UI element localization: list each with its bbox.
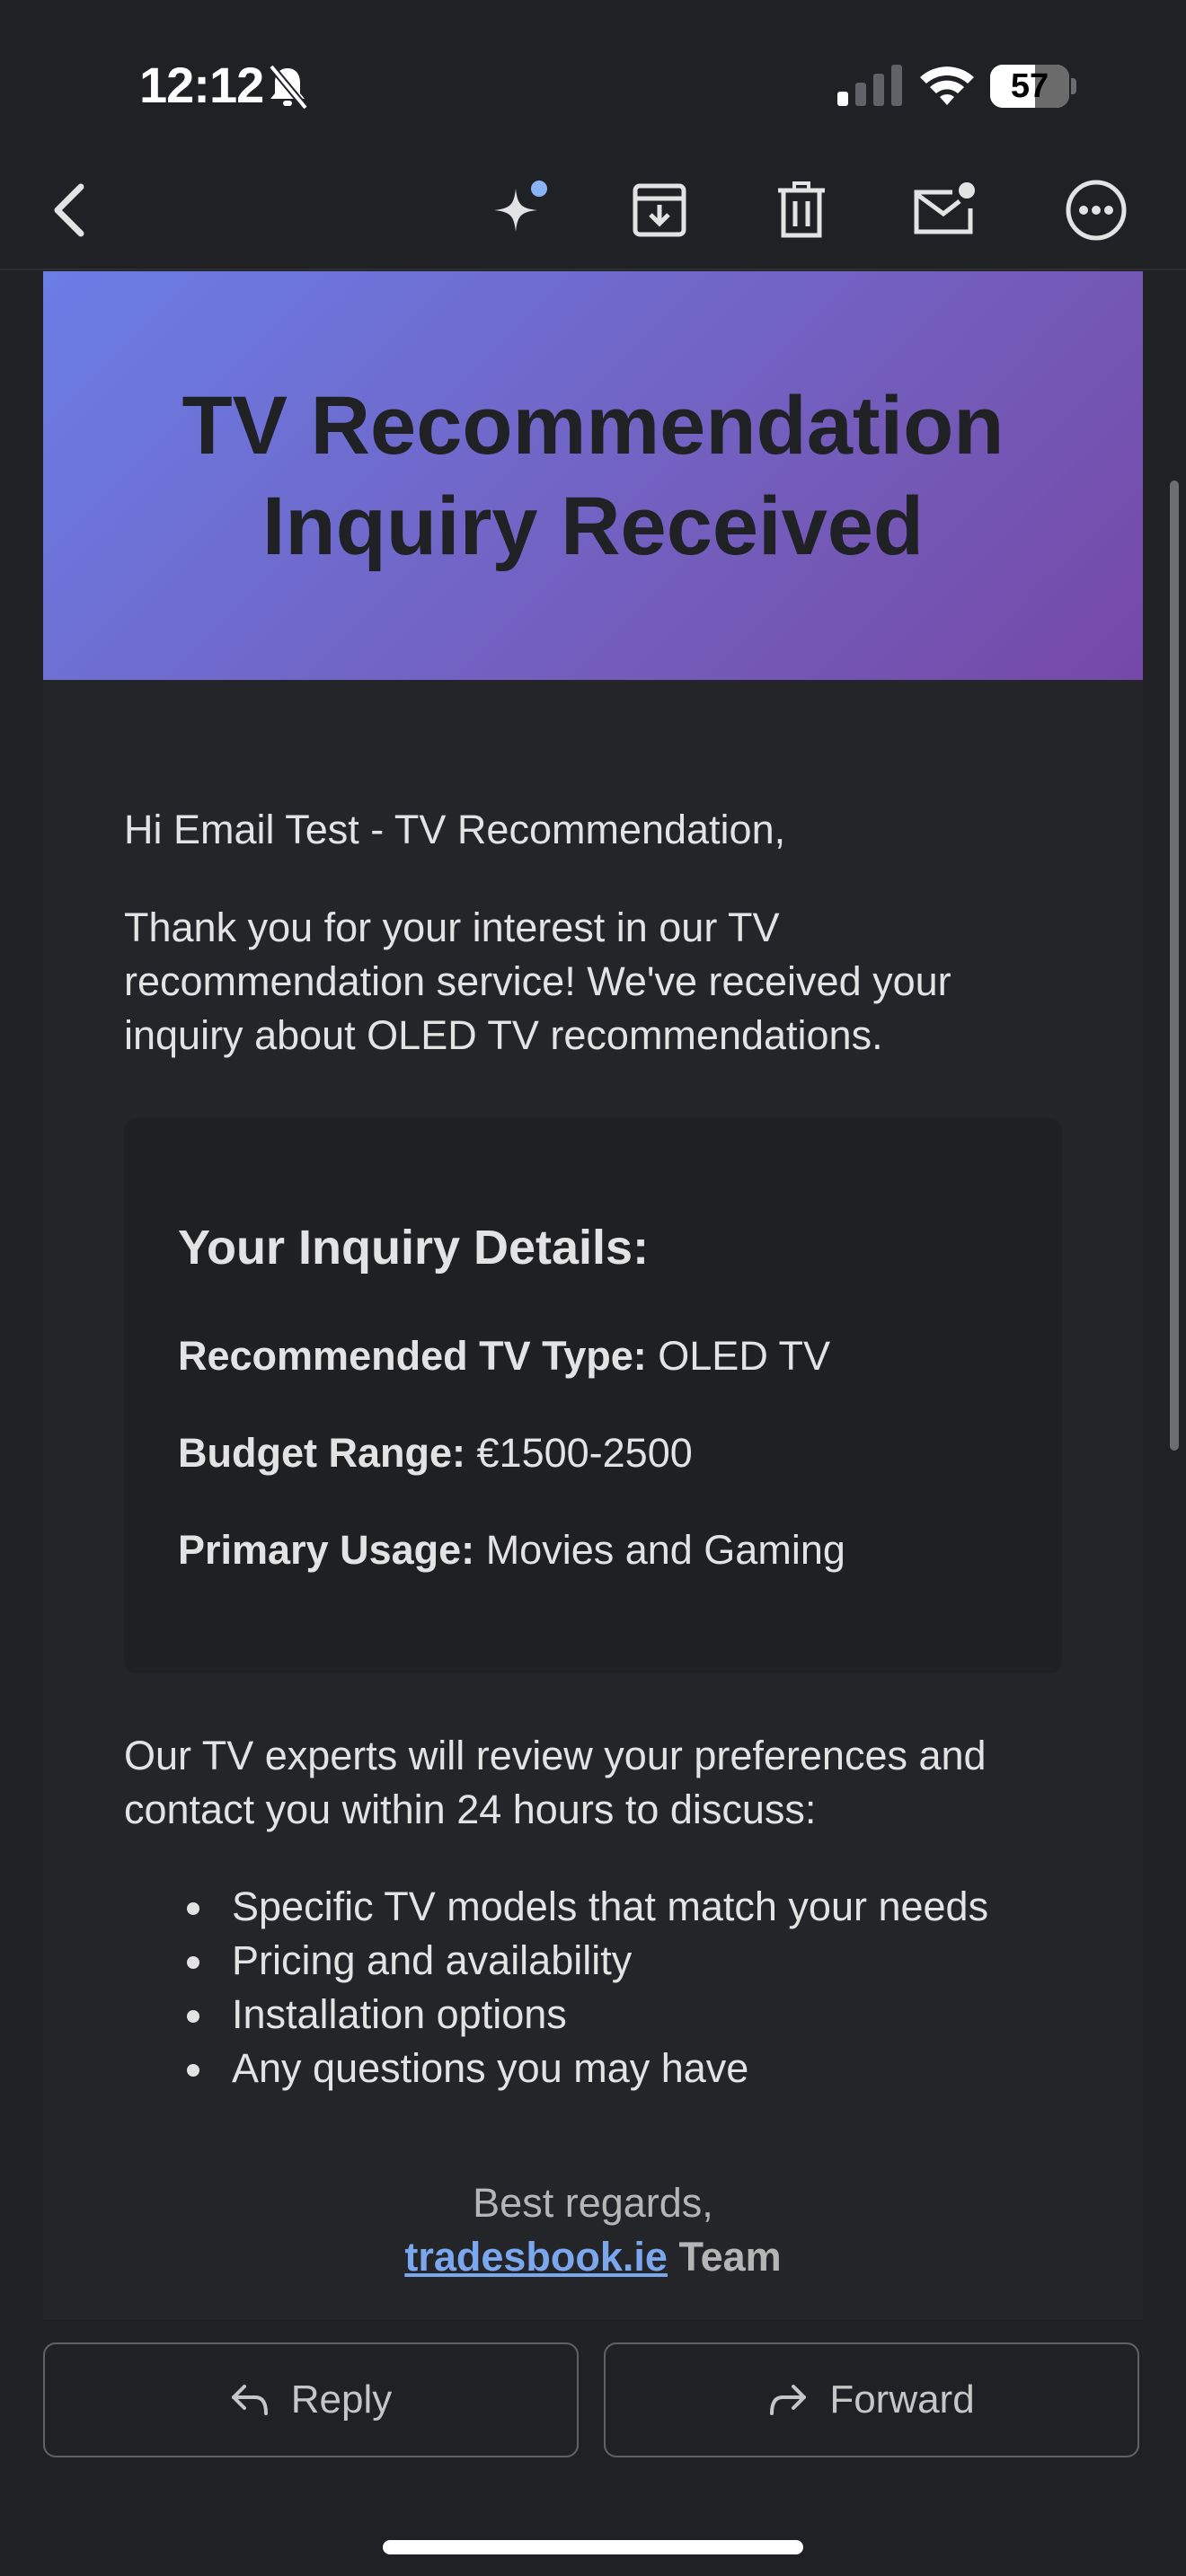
detail-label: Budget Range: xyxy=(178,1430,465,1476)
reply-button[interactable]: Reply xyxy=(43,2342,579,2457)
archive-icon[interactable] xyxy=(627,178,692,243)
battery-level: 57 xyxy=(1010,67,1049,105)
scrollbar[interactable] xyxy=(1170,481,1179,1451)
list-item: Pricing and availability xyxy=(187,1934,1112,1988)
greeting: Hi Email Test - TV Recommendation, xyxy=(124,807,786,852)
detail-value: €1500-2500 xyxy=(476,1430,693,1476)
home-indicator[interactable] xyxy=(383,2540,803,2554)
bell-slash-icon xyxy=(268,64,309,110)
intro-paragraph: Thank you for your interest in our TV re… xyxy=(124,904,951,1058)
sparkle-icon[interactable] xyxy=(489,178,553,243)
email-banner: TV Recommendation Inquiry Received xyxy=(43,271,1143,680)
forward-icon xyxy=(770,2385,807,2415)
detail-value: OLED TV xyxy=(658,1333,831,1379)
cellular-signal-icon xyxy=(837,65,902,106)
reply-icon xyxy=(231,2385,268,2415)
forward-label: Forward xyxy=(829,2378,975,2422)
back-arrow-icon[interactable] xyxy=(38,178,102,243)
forward-button[interactable]: Forward xyxy=(604,2342,1139,2457)
detail-row: Recommended TV Type: OLED TV xyxy=(178,1329,830,1383)
list-item: Specific TV models that match your needs xyxy=(187,1880,1112,1934)
detail-label: Primary Usage: xyxy=(178,1527,475,1573)
banner-title: TV Recommendation Inquiry Received xyxy=(181,379,1005,572)
signature-link[interactable]: tradesbook.ie xyxy=(404,2234,668,2280)
wifi-icon xyxy=(920,66,974,105)
status-time: 12:12 xyxy=(139,57,264,113)
toolbar-divider xyxy=(0,269,1186,270)
mark-unread-icon[interactable] xyxy=(913,178,978,243)
discussion-list: Specific TV models that match your needs… xyxy=(124,1880,1112,2095)
followup-paragraph: Our TV experts will review your preferen… xyxy=(124,1733,987,1832)
inquiry-details-box xyxy=(124,1118,1062,1673)
detail-label: Recommended TV Type: xyxy=(178,1333,647,1379)
battery-icon: 57 xyxy=(990,65,1078,108)
trash-icon[interactable] xyxy=(769,178,834,243)
detail-row: Budget Range: €1500-2500 xyxy=(178,1426,693,1480)
detail-value: Movies and Gaming xyxy=(485,1527,845,1573)
list-item: Installation options xyxy=(187,1988,1112,2042)
signoff: Best regards, xyxy=(473,2180,713,2226)
signature: tradesbook.ie Team xyxy=(43,2230,1143,2284)
details-title: Your Inquiry Details: xyxy=(178,1221,650,1275)
signature-team: Team xyxy=(678,2234,782,2280)
more-icon[interactable] xyxy=(1064,178,1128,243)
reply-label: Reply xyxy=(290,2378,393,2422)
list-item: Any questions you may have xyxy=(187,2042,1112,2095)
detail-row: Primary Usage: Movies and Gaming xyxy=(178,1523,845,1577)
